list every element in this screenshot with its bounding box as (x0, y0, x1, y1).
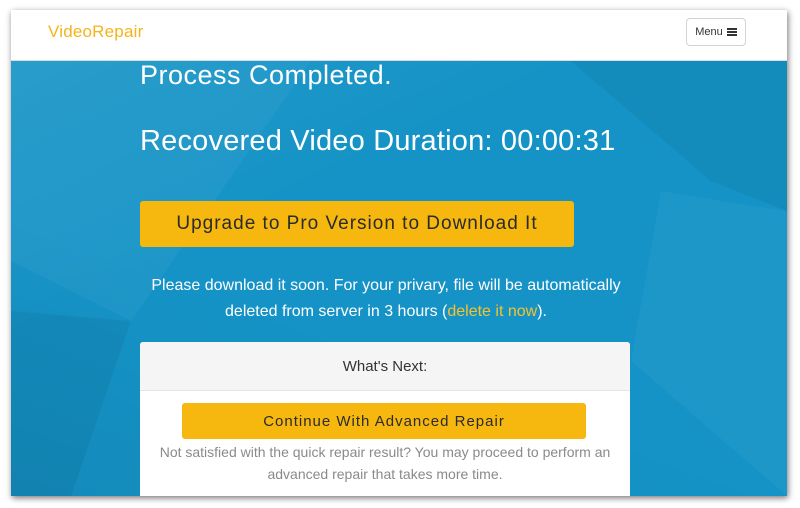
advanced-repair-description: Not satisfied with the quick repair resu… (159, 444, 611, 482)
duration-heading: Recovered Video Duration: 00:00:31 (140, 125, 616, 157)
notice-end: ). (537, 303, 547, 320)
browser-frame: VideoRepair Menu Process Completed. Reco… (11, 10, 787, 496)
hamburger-icon (726, 28, 737, 36)
status-heading: Process Completed. (140, 60, 393, 90)
whats-next-panel: What's Next: Continue With Advanced Repa… (140, 342, 630, 496)
menu-label: Menu (695, 26, 723, 38)
menu-button[interactable]: Menu (686, 18, 746, 46)
deletion-notice: Please download it soon. For your privar… (131, 273, 641, 325)
upgrade-button[interactable]: Upgrade to Pro Version to Download It (140, 201, 574, 247)
delete-now-link[interactable]: delete it now (447, 303, 537, 320)
navbar: VideoRepair Menu (11, 10, 787, 61)
panel-title: What's Next: (140, 342, 630, 391)
brand-logo[interactable]: VideoRepair (48, 22, 143, 42)
result-section: Process Completed. Recovered Video Durat… (11, 60, 787, 496)
advanced-repair-button[interactable]: Continue With Advanced Repair (182, 403, 586, 439)
notice-text: Please download it soon. For your privar… (151, 277, 621, 320)
